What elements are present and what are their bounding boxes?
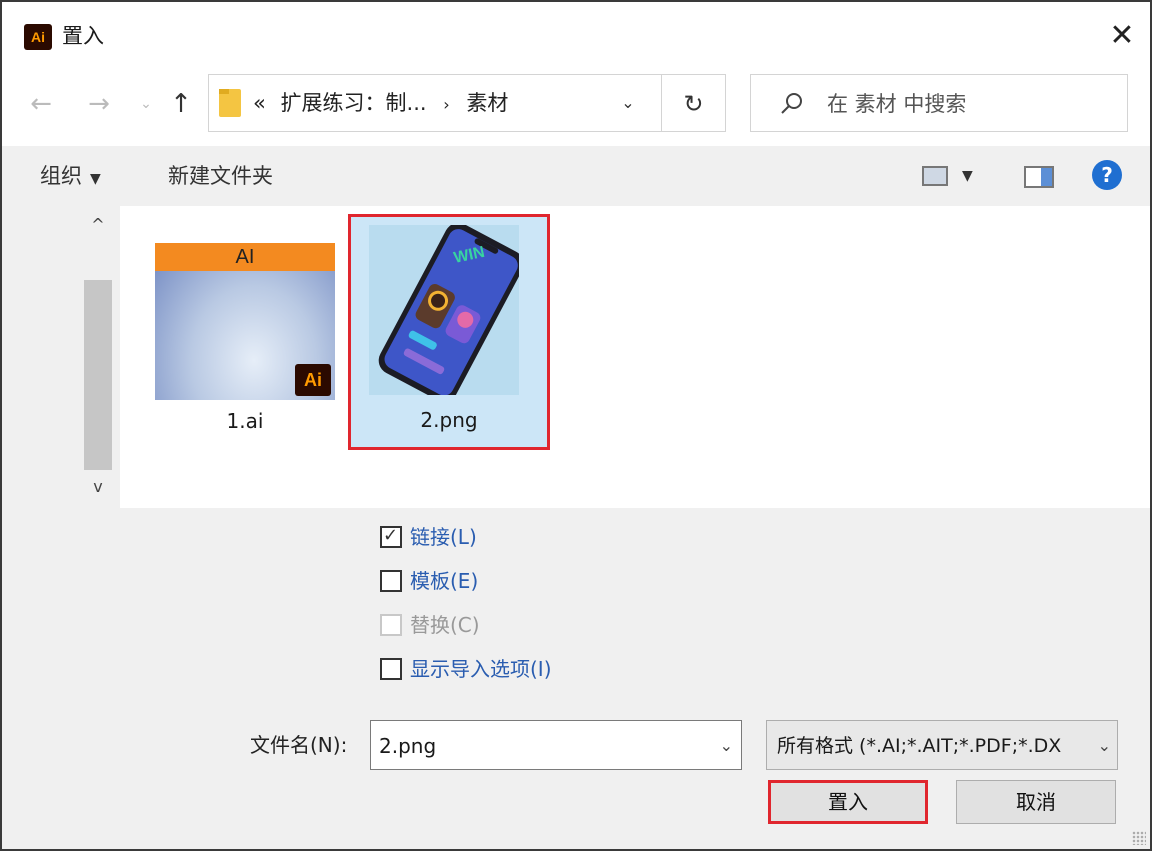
file-type-value: 所有格式 (*.AI;*.AIT;*.PDF;*.DX: [777, 735, 1062, 757]
resize-grip-icon[interactable]: [1132, 831, 1146, 845]
view-options-caret-icon[interactable]: ▼: [962, 160, 973, 192]
organize-caret-icon: ▼: [90, 171, 101, 187]
filename-field[interactable]: 2.png ⌄: [370, 720, 742, 770]
file-type-select[interactable]: 所有格式 (*.AI;*.AIT;*.PDF;*.DX ⌄: [766, 720, 1118, 770]
organize-menu-button[interactable]: 组织 ▼: [40, 160, 101, 195]
file-item-1-ai[interactable]: AI Ai 1.ai: [152, 238, 338, 438]
link-option-label[interactable]: 链接(L): [410, 522, 477, 552]
checkmark-icon: ✓: [383, 525, 399, 546]
filename-dropdown-icon[interactable]: ⌄: [720, 731, 733, 761]
help-icon[interactable]: ?: [1092, 160, 1122, 190]
filename-label: 文件名(N):: [250, 733, 348, 757]
preview-pane-icon[interactable]: [1024, 166, 1054, 188]
cancel-button[interactable]: 取消: [956, 780, 1116, 824]
ai-file-thumbnail: AI Ai: [155, 243, 335, 400]
change-view-icon[interactable]: [922, 166, 948, 186]
illustrator-badge-icon: Ai: [295, 364, 331, 396]
title-bar: Ai 置入 ✕: [2, 2, 1150, 70]
breadcrumb-current[interactable]: 素材: [466, 91, 508, 115]
refresh-button[interactable]: ↻: [662, 74, 726, 132]
filename-value[interactable]: 2.png: [379, 731, 436, 761]
breadcrumb-separator[interactable]: ›: [443, 95, 449, 114]
scroll-down-icon[interactable]: v: [84, 472, 112, 502]
ai-thumbnail-header: AI: [155, 243, 335, 271]
replace-option-label: 替换(C): [410, 613, 480, 637]
folder-icon: [219, 89, 241, 117]
show-import-options-label[interactable]: 显示导入选项(I): [410, 654, 552, 684]
search-icon: [781, 93, 802, 114]
template-option-label[interactable]: 模板(E): [410, 566, 478, 596]
navigation-pane: ^ v: [2, 206, 120, 508]
search-input[interactable]: 在 素材 中搜索: [750, 74, 1128, 132]
phone-image-icon: WIN: [378, 225, 519, 395]
place-options-panel: ✓ 链接(L) 模板(E) 替换(C) 显示导入选项(I) 文件名(N): 2.…: [2, 508, 1150, 849]
place-dialog: Ai 置入 ✕ ← → ⌄ ↑ « 扩展练习：制... › 素材 ⌄ ↻ 在 素…: [0, 0, 1152, 851]
file-name: 1.ai: [226, 409, 264, 433]
address-bar[interactable]: « 扩展练习：制... › 素材 ⌄: [208, 74, 662, 132]
template-checkbox[interactable]: [380, 570, 402, 592]
illustrator-app-icon: Ai: [24, 24, 52, 50]
command-toolbar: 组织 ▼ 新建文件夹 ▼ ?: [2, 146, 1150, 206]
file-list-area: ^ v AI Ai 1.ai WIN 2.png: [2, 206, 1150, 508]
scrollbar-thumb[interactable]: [84, 280, 112, 470]
dialog-title: 置入: [62, 24, 104, 48]
scroll-up-icon[interactable]: ^: [84, 210, 112, 240]
address-dropdown-icon[interactable]: ⌄: [613, 89, 643, 117]
file-name: 2.png: [420, 408, 478, 432]
file-item-2-png[interactable]: WIN 2.png: [348, 214, 550, 450]
show-import-options-checkbox[interactable]: [380, 658, 402, 680]
search-placeholder: 在 素材 中搜索: [827, 92, 967, 116]
replace-checkbox: [380, 614, 402, 636]
breadcrumb: « 扩展练习：制... › 素材: [253, 89, 508, 119]
back-arrow-icon[interactable]: ←: [26, 84, 56, 124]
up-arrow-icon[interactable]: ↑: [166, 84, 196, 124]
place-button[interactable]: 置入: [768, 780, 928, 824]
new-folder-button[interactable]: 新建文件夹: [168, 160, 273, 192]
forward-arrow-icon[interactable]: →: [84, 84, 114, 124]
navigation-scrollbar[interactable]: ^ v: [84, 208, 112, 506]
organize-label: 组织: [40, 164, 82, 188]
breadcrumb-overflow[interactable]: «: [253, 91, 266, 115]
close-button[interactable]: ✕: [1102, 16, 1142, 56]
file-type-dropdown-icon[interactable]: ⌄: [1093, 731, 1111, 761]
link-checkbox[interactable]: ✓: [380, 525, 402, 548]
png-file-thumbnail: WIN: [369, 225, 519, 395]
breadcrumb-parent[interactable]: 扩展练习：制...: [281, 91, 427, 115]
recent-locations-chevron-icon[interactable]: ⌄: [136, 84, 156, 124]
